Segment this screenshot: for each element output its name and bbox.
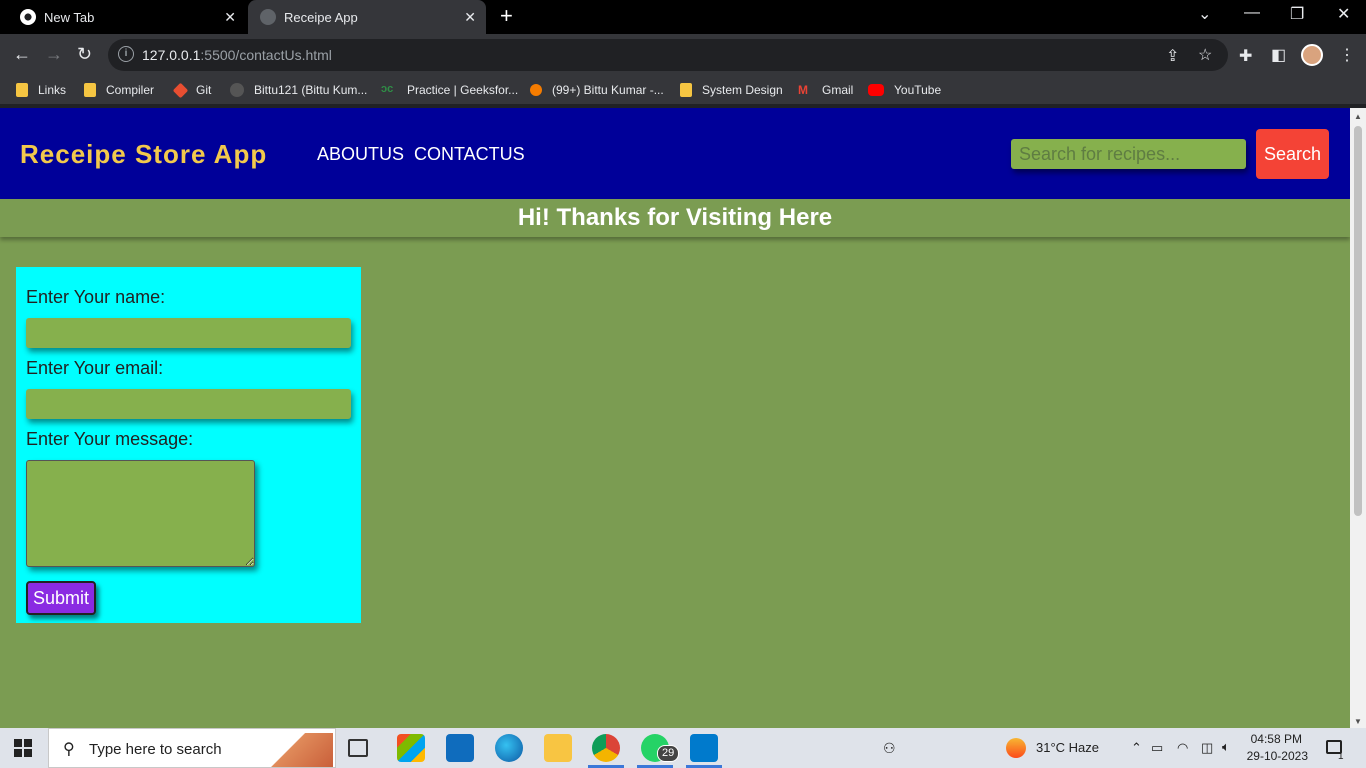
- nav-link-contactus[interactable]: CONTACTUS: [414, 144, 525, 165]
- bookmark-github[interactable]: Bittu121 (Bittu Kum...: [230, 81, 367, 99]
- side-panel-icon[interactable]: ◧: [1271, 45, 1286, 65]
- microsoft-store-icon[interactable]: [397, 734, 425, 762]
- mail-icon[interactable]: [446, 734, 474, 762]
- windows-taskbar: ⚲ Type here to search ⚇ ⌃ ▭ ◠ ◫ 🔈︎: [0, 728, 1366, 768]
- forward-icon[interactable]: →: [45, 44, 63, 64]
- reload-icon[interactable]: ↻: [77, 44, 92, 64]
- notification-count: 1: [1338, 751, 1344, 762]
- bookmark-gmail[interactable]: M Gmail: [798, 81, 853, 99]
- recipe-search-input[interactable]: [1011, 139, 1246, 169]
- edge-icon[interactable]: [495, 734, 523, 762]
- tab-title: Receipe App: [284, 9, 358, 25]
- github-icon: [230, 83, 244, 97]
- folder-icon: [84, 83, 96, 97]
- weather-haze-icon[interactable]: [1006, 738, 1026, 758]
- banner-heading: Hi! Thanks for Visiting Here: [517, 204, 833, 231]
- close-window-icon[interactable]: ✕: [1337, 4, 1350, 24]
- people-icon[interactable]: ⚇: [883, 740, 896, 757]
- share-icon[interactable]: ⇪: [1166, 46, 1179, 66]
- chrome-taskbar-icon[interactable]: [588, 734, 624, 768]
- volume-icon[interactable]: 🔈︎: [1222, 739, 1230, 755]
- contact-form: Enter Your name: Enter Your email: Enter…: [16, 267, 361, 623]
- site-nav: ABOUTUS CONTACTUS: [317, 144, 525, 165]
- page-viewport: Receipe Store App ABOUTUS CONTACTUS Sear…: [0, 108, 1366, 728]
- close-tab-icon[interactable]: ✕: [464, 9, 476, 26]
- search-icon: ⚲: [63, 741, 75, 758]
- extensions-icon[interactable]: ✚: [1239, 46, 1252, 66]
- bookmark-links[interactable]: Links: [16, 81, 66, 99]
- bookmarks-bar: Links Compiler Git Bittu121 (Bittu Kum..…: [0, 76, 1366, 104]
- file-explorer-icon[interactable]: [544, 734, 572, 762]
- tab-search-icon[interactable]: ⌄: [1198, 4, 1211, 24]
- message-label: Enter Your message:: [26, 429, 194, 449]
- folder-icon: [680, 83, 692, 97]
- tab-receipe-app[interactable]: Receipe App ✕: [248, 0, 486, 34]
- search-button[interactable]: Search: [1256, 129, 1329, 179]
- clock-time[interactable]: 04:58 PM: [1246, 732, 1302, 746]
- scroll-up-icon[interactable]: ▲: [1354, 112, 1362, 121]
- minimize-icon[interactable]: —: [1244, 4, 1260, 22]
- email-field[interactable]: [26, 389, 351, 419]
- browser-toolbar: ← → ↻ i 127.0.0.1:5500/contactUs.html ⇪ …: [0, 34, 1366, 76]
- git-icon: [172, 82, 189, 98]
- welcome-banner: Hi! Thanks for Visiting Here: [0, 199, 1350, 237]
- task-view-icon[interactable]: [348, 739, 368, 757]
- site-title: Receipe Store App: [20, 139, 268, 169]
- show-hidden-icons-icon[interactable]: ⌃: [1131, 740, 1142, 756]
- tab-new-tab[interactable]: New Tab ✕: [0, 0, 246, 34]
- bookmark-geeksforgeeks[interactable]: ↄc Practice | Geeksfor...: [381, 81, 518, 99]
- network-icon[interactable]: ◫: [1201, 740, 1213, 756]
- close-tab-icon[interactable]: ✕: [224, 9, 236, 26]
- site-header: Receipe Store App ABOUTUS CONTACTUS Sear…: [0, 108, 1350, 199]
- tab-title: New Tab: [44, 9, 95, 25]
- taskbar-search-box[interactable]: ⚲ Type here to search: [48, 728, 336, 768]
- address-bar[interactable]: i 127.0.0.1:5500/contactUs.html ⇪ ☆: [108, 39, 1228, 71]
- vscode-icon[interactable]: [686, 734, 722, 768]
- search-highlight-illustration: [263, 733, 333, 767]
- menu-icon[interactable]: ⋮: [1339, 45, 1355, 65]
- gmail-icon: M: [798, 83, 808, 97]
- email-label: Enter Your email:: [26, 358, 164, 378]
- bookmark-youtube[interactable]: YouTube: [868, 81, 941, 99]
- page-scrollbar[interactable]: ▲ ▼: [1350, 108, 1366, 728]
- message-textarea[interactable]: [26, 460, 255, 567]
- scroll-down-icon[interactable]: ▼: [1354, 717, 1362, 726]
- taskbar-search-placeholder: Type here to search: [89, 741, 222, 758]
- bookmark-star-icon[interactable]: ☆: [1198, 45, 1212, 65]
- chrome-icon: [20, 9, 36, 25]
- url-text[interactable]: 127.0.0.1:5500/contactUs.html: [142, 47, 332, 63]
- restore-icon[interactable]: ❐: [1290, 4, 1304, 24]
- clock-date[interactable]: 29-10-2023: [1246, 749, 1308, 763]
- whatsapp-badge: 29: [657, 745, 680, 762]
- bookmark-git[interactable]: Git: [172, 81, 211, 99]
- globe-icon: [260, 9, 276, 25]
- back-icon[interactable]: ←: [13, 44, 31, 64]
- folder-icon: [16, 83, 28, 97]
- battery-icon[interactable]: ▭: [1151, 740, 1163, 756]
- new-tab-button[interactable]: +: [500, 5, 513, 27]
- weather-text[interactable]: 31°C Haze: [1036, 740, 1099, 755]
- name-label: Enter Your name:: [26, 287, 166, 307]
- wifi-icon[interactable]: ◠: [1177, 740, 1188, 756]
- browser-tab-bar: New Tab ✕ Receipe App ✕ + ⌄ — ❐ ✕: [0, 0, 1366, 34]
- scrollbar-thumb[interactable]: [1354, 126, 1362, 516]
- nav-link-aboutus[interactable]: ABOUTUS: [317, 144, 404, 165]
- bookmark-codeforces[interactable]: (99+) Bittu Kumar -...: [530, 81, 664, 99]
- profile-avatar[interactable]: [1301, 44, 1323, 66]
- name-field[interactable]: [26, 318, 351, 348]
- bookmark-compiler[interactable]: Compiler: [84, 81, 154, 99]
- codeforces-icon: [530, 84, 542, 96]
- site-info-icon[interactable]: i: [118, 46, 134, 62]
- submit-button[interactable]: Submit: [26, 581, 96, 615]
- bookmark-system-design[interactable]: System Design: [680, 81, 783, 99]
- youtube-icon: [868, 84, 884, 96]
- windows-start-icon[interactable]: [14, 739, 32, 757]
- geeksforgeeks-icon: ↄc: [381, 83, 394, 95]
